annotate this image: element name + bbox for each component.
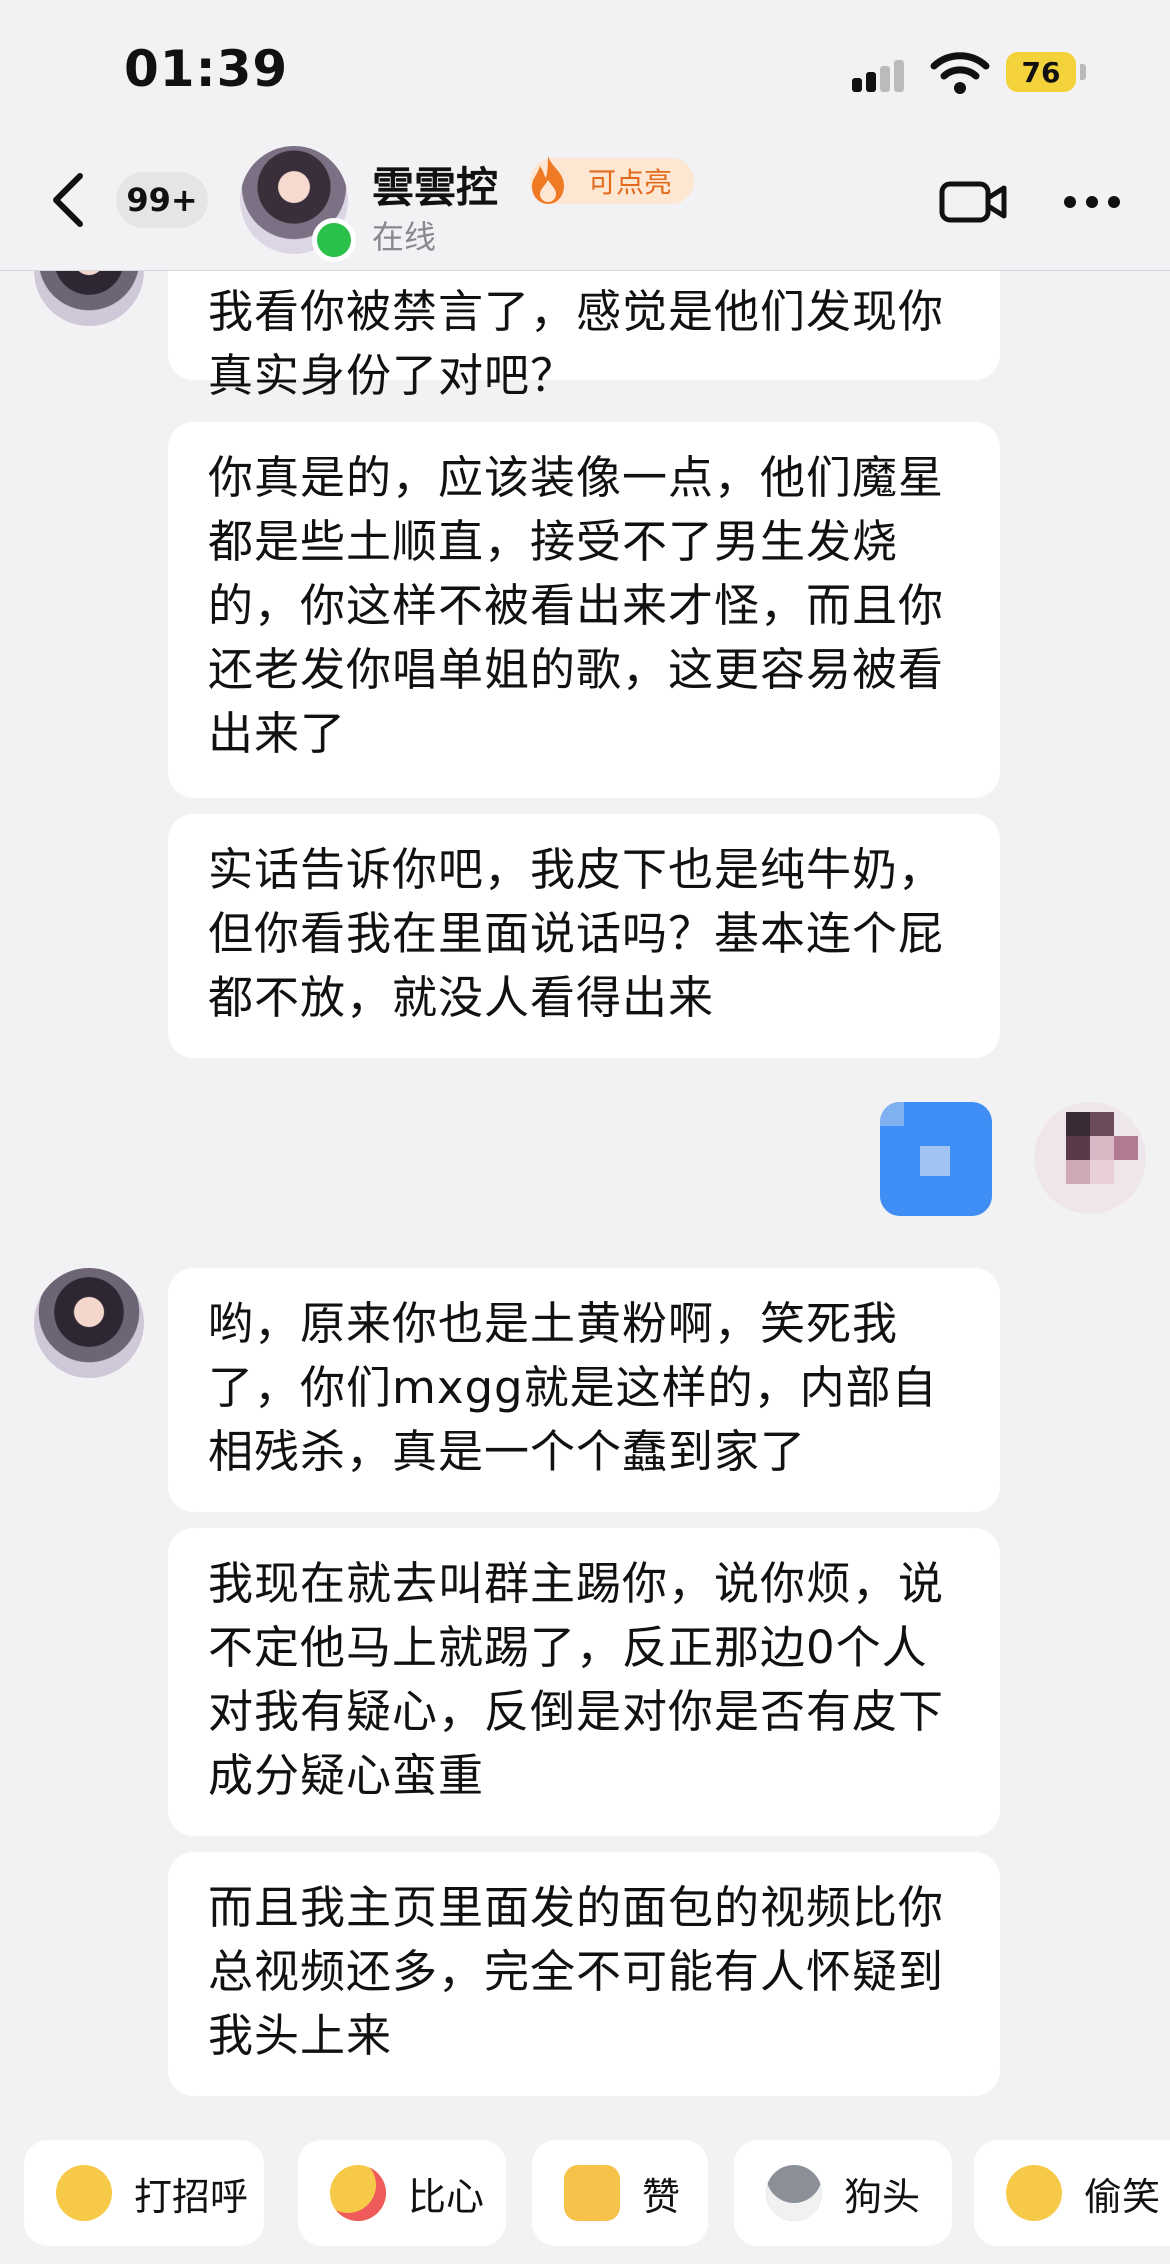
- quick-reply-label: 赞: [642, 2174, 681, 2219]
- message-bubble[interactable]: 哟，原来你也是土黄粉啊，笑死我了，你们mxgg就是这样的，内部自相残杀，真是一个…: [168, 1268, 1000, 1512]
- quick-reply-doge[interactable]: 狗头: [734, 2140, 952, 2246]
- message-bubble[interactable]: 我现在就去叫群主踢你，说你烦，说不定他马上就踢了，反正那边0个人对我有疑心，反倒…: [168, 1528, 1000, 1836]
- my-avatar[interactable]: [1034, 1102, 1146, 1214]
- message-list[interactable]: 我看你被禁言了，感觉是他们发现你真实身份了对吧？ 你真是的，应该装像一点，他们魔…: [0, 270, 1170, 2120]
- message-text: 我现在就去叫群主踢你，说你烦，说不定他马上就踢了，反正那边0个人对我有疑心，反倒…: [208, 1557, 945, 1802]
- contact-name[interactable]: 雲雲控: [372, 154, 498, 215]
- sent-message-bubble[interactable]: [880, 1102, 992, 1216]
- battery-indicator: 76: [1006, 52, 1076, 92]
- video-call-icon[interactable]: [938, 178, 1010, 226]
- unread-count-badge[interactable]: 99+: [116, 172, 208, 228]
- sender-avatar[interactable]: [34, 1268, 144, 1378]
- wave-emoji-icon: [56, 2165, 112, 2221]
- message-bubble[interactable]: 实话告诉你吧，我皮下也是纯牛奶，但你看我在里面说话吗？基本连个屁都不放，就没人看…: [168, 814, 1000, 1058]
- chevron-left-icon[interactable]: [44, 170, 94, 230]
- status-time: 01:39: [124, 40, 289, 98]
- message-text: 实话告诉你吧，我皮下也是纯牛奶，但你看我在里面说话吗？基本连个屁都不放，就没人看…: [208, 843, 945, 1024]
- message-text: 而且我主页里面发的面包的视频比你总视频还多，完全不可能有人怀疑到我头上来: [208, 1881, 945, 2062]
- sender-avatar[interactable]: [34, 270, 144, 326]
- status-bar: 01:39 76: [0, 0, 1170, 150]
- quick-reply-heart[interactable]: 比心: [298, 2140, 506, 2246]
- flame-icon: [532, 156, 564, 204]
- message-bubble[interactable]: 而且我主页里面发的面包的视频比你总视频还多，完全不可能有人怀疑到我头上来: [168, 1852, 1000, 2096]
- quick-reply-wave[interactable]: 打招呼: [24, 2140, 264, 2246]
- quick-reply-snicker[interactable]: 偷笑: [974, 2140, 1170, 2246]
- online-status-icon: [312, 218, 356, 262]
- snicker-emoji-icon: [1006, 2165, 1062, 2221]
- doge-emoji-icon: [766, 2165, 822, 2221]
- battery-cap: [1080, 64, 1086, 80]
- quick-reply-bar: 打招呼 比心 赞 狗头 偷笑: [0, 2140, 1170, 2264]
- message-text: 哟，原来你也是土黄粉啊，笑死我了，你们mxgg就是这样的，内部自相残杀，真是一个…: [208, 1297, 938, 1478]
- wifi-icon: [930, 52, 990, 94]
- message-text: 我看你被禁言了，感觉是他们发现你真实身份了对吧？: [208, 285, 945, 402]
- flame-badge-label: 可点亮: [588, 166, 673, 199]
- message-bubble[interactable]: 我看你被禁言了，感觉是他们发现你真实身份了对吧？: [168, 270, 1000, 402]
- thumbs-up-emoji-icon: [564, 2165, 620, 2221]
- heart-hands-emoji-icon: [330, 2165, 386, 2221]
- chat-header: 99+ 雲雲控 可点亮 在线: [0, 146, 1170, 271]
- cellular-signal-icon: [852, 58, 912, 92]
- message-text: 你真是的，应该装像一点，他们魔星都是些土顺直，接受不了男生发烧的，你这样不被看出…: [208, 451, 945, 760]
- more-options-icon[interactable]: [1062, 194, 1122, 210]
- quick-reply-label: 打招呼: [134, 2174, 249, 2219]
- quick-reply-label: 狗头: [844, 2174, 921, 2219]
- quick-reply-like[interactable]: 赞: [532, 2140, 708, 2246]
- quick-reply-label: 偷笑: [1084, 2174, 1161, 2219]
- message-bubble[interactable]: 你真是的，应该装像一点，他们魔星都是些土顺直，接受不了男生发烧的，你这样不被看出…: [168, 422, 1000, 798]
- quick-reply-label: 比心: [408, 2174, 485, 2219]
- contact-online-status: 在线: [372, 218, 437, 256]
